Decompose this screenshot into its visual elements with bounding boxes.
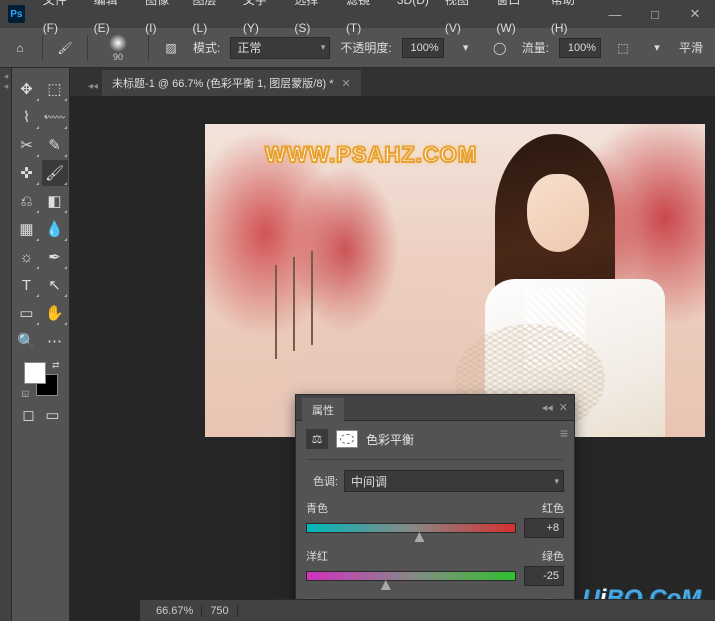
brush-panel-icon[interactable]: ▨ xyxy=(159,36,183,60)
clone-tool[interactable]: ⎌ xyxy=(14,188,40,214)
quick-mask-row: ◻ ▭ xyxy=(18,404,64,426)
blur-tool[interactable]: 💧 xyxy=(42,216,68,242)
slider2-left-label: 洋红 xyxy=(306,548,328,564)
airbrush-icon[interactable]: ⬚ xyxy=(611,36,635,60)
close-window-button[interactable]: ✕ xyxy=(675,0,715,28)
properties-panel: 属性 ◂◂ ✕ ≡ ⚖ 色彩平衡 色调: 中间调 xyxy=(295,394,575,621)
slider1-left-label: 青色 xyxy=(306,500,328,516)
app-logo: Ps xyxy=(8,5,25,23)
brush-preview[interactable]: 90 xyxy=(98,31,138,65)
crop-tool[interactable]: ✂ xyxy=(14,132,40,158)
quick-mask-icon[interactable]: ◻ xyxy=(18,404,40,426)
canvas[interactable]: WWW.PSAHZ.COM xyxy=(205,124,705,437)
menu-filter[interactable]: 滤镜(T) xyxy=(338,0,389,42)
minimize-button[interactable]: — xyxy=(595,0,635,28)
smooth-label: 平滑 xyxy=(679,39,703,56)
mode-label: 模式: xyxy=(193,39,220,56)
status-dimensions[interactable]: 750 xyxy=(202,605,237,617)
brush-tool[interactable]: 🖌 xyxy=(42,160,68,186)
default-colors-icon[interactable]: ◱ xyxy=(22,389,30,398)
gradient-tool[interactable]: ▦ xyxy=(14,216,40,242)
menu-layer[interactable]: 图层(L) xyxy=(185,0,235,42)
shape-tool[interactable]: ▭ xyxy=(14,300,40,326)
quick-select-tool[interactable]: ⬳ xyxy=(42,104,68,130)
magenta-green-slider[interactable] xyxy=(306,571,516,581)
tone-label: 色调: xyxy=(306,473,338,489)
document-tab-bar: ◂◂ 未标题-1 @ 66.7% (色彩平衡 1, 图层蒙版/8) * ✕ xyxy=(70,68,715,96)
status-zoom[interactable]: 66.67% xyxy=(148,605,202,617)
panel-header[interactable]: 属性 ◂◂ ✕ xyxy=(296,395,574,421)
zoom-tool[interactable]: 🔍 xyxy=(14,328,40,354)
pressure-opacity-icon[interactable]: ◯ xyxy=(488,36,512,60)
blend-mode-select[interactable]: 正常 xyxy=(230,37,330,59)
foreground-color-swatch[interactable] xyxy=(24,362,46,384)
panel-close-icon[interactable]: ✕ xyxy=(559,401,568,414)
opacity-value[interactable]: 100% xyxy=(402,38,444,58)
hand-tool[interactable]: ✋ xyxy=(42,300,68,326)
toolbox: ✥ ⬚ ⌇ ⬳ ✂ ✎ ✜ 🖌 ⎌ ◧ ▦ 💧 ☼ ✒ T ↖ ▭ ✋ 🔍 ⋯ … xyxy=(12,68,70,621)
cyan-red-slider[interactable] xyxy=(306,523,516,533)
swap-colors-icon[interactable]: ⇄ xyxy=(52,360,60,371)
image-fence xyxy=(275,265,277,359)
flow-value[interactable]: 100% xyxy=(559,38,601,58)
maximize-button[interactable]: □ xyxy=(635,0,675,28)
brush-size-value: 90 xyxy=(113,52,123,62)
expand-side-icon[interactable]: ◂◂ xyxy=(0,68,14,96)
image-subject xyxy=(445,134,675,437)
home-icon[interactable]: ⌂ xyxy=(8,36,32,60)
menu-help[interactable]: 帮助(H) xyxy=(543,0,595,42)
pen-tool[interactable]: ✒ xyxy=(42,244,68,270)
balance-scale-icon: ⚖ xyxy=(306,429,328,449)
slider1-right-label: 红色 xyxy=(542,500,564,516)
brush-tip-icon xyxy=(109,34,127,52)
eraser-tool[interactable]: ◧ xyxy=(42,188,68,214)
slider1-value[interactable]: +8 xyxy=(524,518,564,538)
document-tab[interactable]: 未标题-1 @ 66.7% (色彩平衡 1, 图层蒙版/8) * ✕ xyxy=(102,70,361,96)
window-controls: — □ ✕ xyxy=(595,0,715,28)
layer-mask-icon[interactable] xyxy=(336,430,358,448)
status-bar: 66.67% 750 xyxy=(140,599,715,621)
panel-collapse-icon[interactable]: ◂◂ xyxy=(542,401,553,414)
marquee-tool[interactable]: ⬚ xyxy=(42,76,68,102)
title-bar: Ps 文件(F) 编辑(E) 图像(I) 图层(L) 文字(Y) 选择(S) 滤… xyxy=(0,0,715,28)
edit-toolbar-tool[interactable]: ⋯ xyxy=(42,328,68,354)
slider2-right-label: 绿色 xyxy=(542,548,564,564)
menu-3d[interactable]: 3D(D) xyxy=(389,0,437,42)
adjustment-name: 色彩平衡 xyxy=(366,431,414,448)
type-tool[interactable]: T xyxy=(14,272,40,298)
slider1-thumb[interactable] xyxy=(414,532,424,542)
watermark-text: WWW.PSAHZ.COM xyxy=(265,142,477,168)
lasso-tool[interactable]: ⌇ xyxy=(14,104,40,130)
flow-dropdown-icon[interactable]: ▾ xyxy=(645,36,669,60)
path-select-tool[interactable]: ↖ xyxy=(42,272,68,298)
move-tool[interactable]: ✥ xyxy=(14,76,40,102)
color-swatches[interactable]: ⇄ ◱ xyxy=(22,360,60,398)
canvas-area: ◂◂ 未标题-1 @ 66.7% (色彩平衡 1, 图层蒙版/8) * ✕ WW… xyxy=(70,68,715,621)
slider2-thumb[interactable] xyxy=(381,580,391,590)
opacity-dropdown-icon[interactable]: ▾ xyxy=(454,36,478,60)
heal-tool[interactable]: ✜ xyxy=(14,160,40,186)
tab-chevron-icon[interactable]: ◂◂ xyxy=(84,77,102,96)
document-image: WWW.PSAHZ.COM xyxy=(205,124,705,437)
eyedropper-tool[interactable]: ✎ xyxy=(42,132,68,158)
collapsed-side-panel[interactable]: ◂◂ xyxy=(0,68,12,621)
screen-mode-icon[interactable]: ▭ xyxy=(42,404,64,426)
tool-preset-icon[interactable]: 🖌 xyxy=(53,36,77,60)
document-tab-title: 未标题-1 @ 66.7% (色彩平衡 1, 图层蒙版/8) * xyxy=(112,75,333,91)
slider2-value[interactable]: -25 xyxy=(524,566,564,586)
dodge-tool[interactable]: ☼ xyxy=(14,244,40,270)
panel-tab-properties[interactable]: 属性 xyxy=(302,398,344,422)
close-tab-icon[interactable]: ✕ xyxy=(341,77,350,90)
panel-menu-icon[interactable]: ≡ xyxy=(560,425,568,441)
opacity-label: 不透明度: xyxy=(340,39,391,56)
tone-select[interactable]: 中间调 xyxy=(344,470,564,492)
flow-label: 流量: xyxy=(522,39,549,56)
